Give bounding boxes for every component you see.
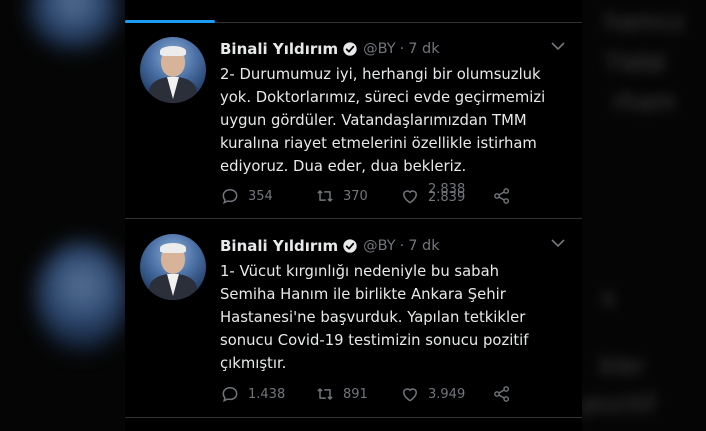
timeline-column: Binali Yıldırım @BY · 7 dk 2- Durumumuz …: [125, 0, 582, 431]
author-handle[interactable]: @BY: [363, 41, 396, 57]
reply-icon: [222, 188, 238, 205]
like-button[interactable]: 3.949: [400, 384, 492, 404]
retweet-count: 370: [343, 188, 368, 204]
blurred-text: s: [602, 282, 616, 312]
like-count-animating: 2.838 2.839: [428, 182, 468, 206]
verified-badge-icon: [343, 239, 357, 253]
dot-separator: ·: [399, 41, 405, 57]
share-icon: [494, 386, 510, 402]
retweet-icon: [317, 190, 333, 202]
tweet-actions: 1.438 891 3.949: [220, 384, 560, 404]
retweet-button[interactable]: 891: [315, 384, 400, 404]
like-count-new: 2.839: [428, 190, 466, 205]
tweet-text: 2- Durumumuz iyi, herhangi bir olumsuzlu…: [220, 66, 546, 175]
share-button[interactable]: [492, 186, 512, 206]
verified-badge-icon: [343, 42, 357, 56]
share-button[interactable]: [492, 384, 512, 404]
blurred-text: hamcz: [604, 6, 686, 36]
tab-strip: [125, 0, 582, 23]
heart-icon: [402, 388, 418, 402]
reply-button[interactable]: 1.438: [220, 384, 315, 404]
like-count: 3.949: [428, 386, 466, 402]
reply-icon: [222, 386, 238, 403]
heart-icon: [402, 190, 418, 204]
author-name[interactable]: Binali Yıldırım: [220, 237, 338, 255]
author-name[interactable]: Binali Yıldırım: [220, 40, 338, 58]
share-icon: [494, 188, 510, 204]
tweet-header: Binali Yıldırım @BY · 7 dk: [220, 235, 440, 257]
tweet[interactable]: Binali Yıldırım @BY · 7 dk 2- Durumumuz …: [125, 22, 582, 219]
reply-count: 1.438: [248, 386, 286, 402]
reply-button[interactable]: 354: [220, 186, 315, 206]
reply-count: 354: [248, 188, 273, 204]
like-button[interactable]: 2.838 2.839: [400, 182, 492, 206]
blurred-text: pozitif: [581, 388, 656, 418]
dot-separator: ·: [399, 238, 405, 254]
author-handle[interactable]: @BY: [363, 238, 396, 254]
blurred-avatar-top: [28, 0, 120, 50]
chevron-down-icon[interactable]: [550, 40, 566, 52]
retweet-button[interactable]: 370: [315, 186, 400, 206]
tweet-header: Binali Yıldırım @BY · 7 dk: [220, 38, 440, 60]
retweet-count: 891: [343, 386, 368, 402]
blurred-text: rham: [612, 86, 676, 116]
blurred-avatar-middle: [36, 242, 128, 352]
tweet[interactable]: Binali Yıldırım @BY · 7 dk 1- Vücut kırg…: [125, 219, 582, 418]
timestamp[interactable]: 7 dk: [408, 41, 439, 57]
blurred-text: kler: [600, 350, 646, 380]
avatar[interactable]: [140, 37, 206, 103]
chevron-down-icon[interactable]: [550, 237, 566, 249]
tweet-text: 1- Vücut kırgınlığı nedeniyle bu sabah S…: [220, 263, 529, 372]
timestamp[interactable]: 7 dk: [408, 238, 439, 254]
retweet-icon: [317, 388, 333, 400]
blurred-text: TMM: [603, 48, 666, 78]
tweet-actions: 354 370 2.838 2.839: [220, 182, 560, 206]
avatar[interactable]: [140, 234, 206, 300]
